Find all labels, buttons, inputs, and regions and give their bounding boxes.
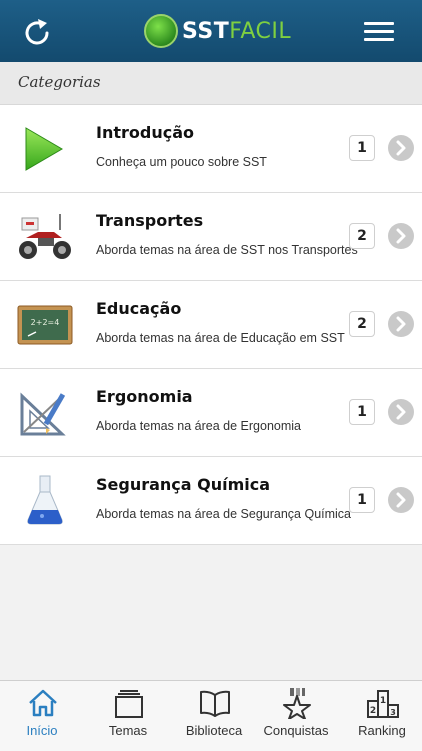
chalkboard-text: 2+2=4 — [31, 318, 60, 327]
logo-text-light: FACIL — [229, 18, 292, 44]
categories-label: Categorias — [18, 73, 101, 91]
tab-label: Biblioteca — [185, 723, 243, 738]
motorcycle-icon — [19, 214, 71, 259]
drafting-tools-icon — [20, 392, 66, 436]
item-title: Educação — [96, 299, 182, 318]
item-subtitle: Conheça um pouco sobre SST — [96, 155, 267, 169]
list-item-transportes[interactable]: Transportes Aborda temas na área de SST … — [0, 193, 422, 281]
count-badge: 2 — [349, 223, 375, 249]
app-header: SSTFACIL — [0, 0, 422, 62]
tab-ranking[interactable]: 2 1 3 Ranking — [340, 681, 422, 751]
item-subtitle: Aborda temas na área de Ergonomia — [96, 419, 301, 433]
tab-label: Ranking — [358, 723, 406, 738]
podium-third: 3 — [390, 708, 396, 717]
count-badge: 1 — [349, 487, 375, 513]
item-title: Ergonomia — [96, 387, 193, 406]
chalkboard-icon: 2+2=4 — [17, 305, 73, 345]
tab-label: Conquistas — [263, 723, 329, 738]
tab-inicio[interactable]: Início — [0, 681, 84, 751]
item-subtitle: Aborda temas na área de Educação em SST — [96, 331, 345, 345]
chevron-right-icon[interactable] — [388, 487, 414, 513]
list-item-ergonomia[interactable]: Ergonomia Aborda temas na área de Ergono… — [0, 369, 422, 457]
star-trophy-icon — [283, 688, 311, 719]
item-title: Segurança Química — [96, 475, 271, 494]
logo-emblem-icon — [144, 14, 178, 48]
podium-icon: 2 1 3 — [367, 690, 399, 718]
count-badge: 2 — [349, 311, 375, 337]
refresh-icon[interactable] — [20, 16, 54, 50]
flask-icon — [27, 475, 63, 525]
app-logo: SSTFACIL — [144, 12, 291, 50]
chevron-right-icon[interactable] — [388, 399, 414, 425]
list-item-educacao[interactable]: 2+2=4 Educação Aborda temas na área de E… — [0, 281, 422, 369]
item-title: Transportes — [96, 211, 204, 230]
chevron-right-icon[interactable] — [388, 223, 414, 249]
podium-first: 1 — [380, 696, 386, 706]
count-badge: 1 — [349, 399, 375, 425]
categories-header: Categorias — [0, 62, 422, 105]
item-subtitle: Aborda temas na área de Segurança Químic… — [96, 507, 352, 521]
play-icon — [25, 127, 63, 171]
home-icon — [29, 689, 57, 717]
tab-label: Início — [26, 723, 58, 738]
bottom-tab-bar: Início Temas Biblioteca Conquistas 2 1 3… — [0, 680, 422, 751]
layers-icon — [115, 690, 143, 718]
logo-text: SSTFACIL — [182, 19, 291, 44]
menu-icon[interactable] — [364, 22, 394, 42]
tab-biblioteca[interactable]: Biblioteca — [172, 681, 256, 751]
chevron-right-icon[interactable] — [388, 135, 414, 161]
item-subtitle: Aborda temas na área de SST nos Transpor… — [96, 243, 358, 257]
logo-text-bold: SST — [182, 18, 230, 44]
tab-conquistas[interactable]: Conquistas — [254, 681, 338, 751]
podium-second: 2 — [370, 706, 376, 716]
list-item-introducao[interactable]: Introdução Conheça um pouco sobre SST 1 — [0, 105, 422, 193]
tab-temas[interactable]: Temas — [86, 681, 170, 751]
tab-label: Temas — [108, 723, 148, 738]
book-icon — [200, 690, 230, 717]
chevron-right-icon[interactable] — [388, 311, 414, 337]
list-item-seguranca-quimica[interactable]: Segurança Química Aborda temas na área d… — [0, 457, 422, 545]
item-title: Introdução — [96, 123, 194, 142]
count-badge: 1 — [349, 135, 375, 161]
category-list: Introdução Conheça um pouco sobre SST 1 … — [0, 105, 422, 545]
